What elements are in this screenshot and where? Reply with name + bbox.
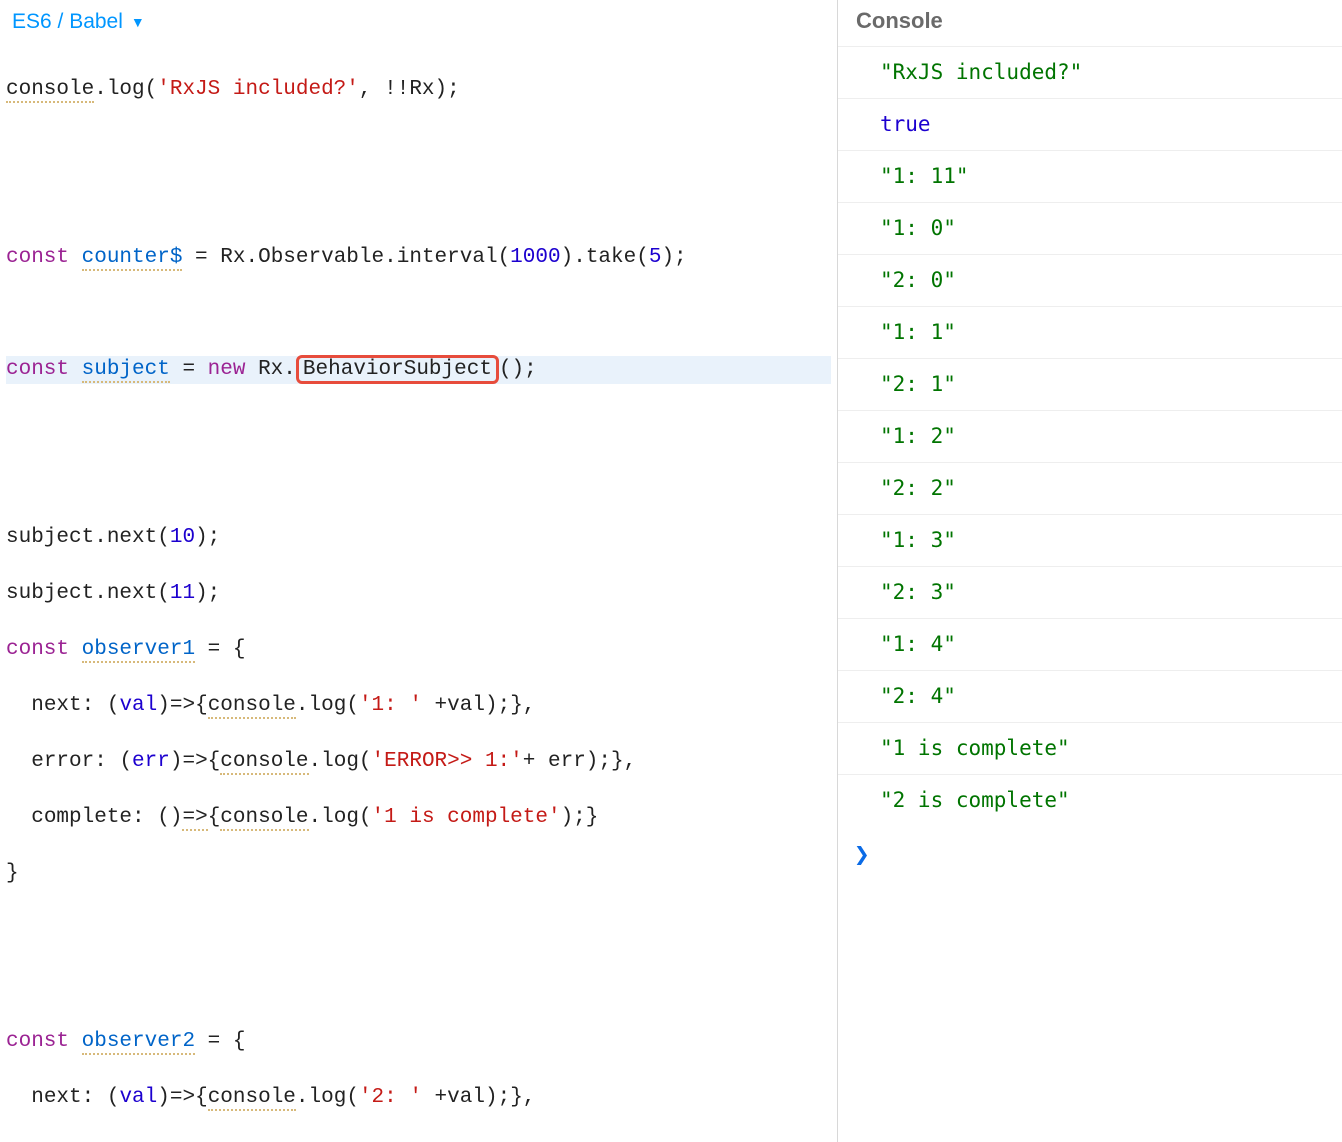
highlighted-line: const subject = new Rx.BehaviorSubject()… xyxy=(6,356,831,384)
console-row: true xyxy=(838,98,1342,150)
console-row: "1: 0" xyxy=(838,202,1342,254)
console-row: "2: 0" xyxy=(838,254,1342,306)
console-row: "1: 4" xyxy=(838,618,1342,670)
console-row: "2: 3" xyxy=(838,566,1342,618)
code-editor[interactable]: console.log('RxJS included?', !!Rx); con… xyxy=(0,48,837,1142)
language-selector[interactable]: ES6 / Babel ▼ xyxy=(0,0,157,48)
console-pane: Console "RxJS included?"true"1: 11""1: 0… xyxy=(838,0,1342,1142)
console-row: "2: 1" xyxy=(838,358,1342,410)
console-row: "RxJS included?" xyxy=(838,46,1342,98)
console-row: "1: 1" xyxy=(838,306,1342,358)
console-row: "2 is complete" xyxy=(838,774,1342,826)
behavior-subject-box: BehaviorSubject xyxy=(296,355,499,384)
console-row: "2: 4" xyxy=(838,670,1342,722)
console-row: "1: 2" xyxy=(838,410,1342,462)
console-row: "1: 3" xyxy=(838,514,1342,566)
language-label: ES6 / Babel xyxy=(12,10,123,34)
editor-pane: ES6 / Babel ▼ console.log('RxJS included… xyxy=(0,0,838,1142)
console-row: "2: 2" xyxy=(838,462,1342,514)
console-row: "1 is complete" xyxy=(838,722,1342,774)
chevron-down-icon: ▼ xyxy=(131,14,145,30)
console-row: "1: 11" xyxy=(838,150,1342,202)
console-prompt[interactable]: ❯ xyxy=(838,826,1342,883)
console-output: "RxJS included?"true"1: 11""1: 0""2: 0""… xyxy=(838,46,1342,826)
console-title: Console xyxy=(838,0,1342,46)
